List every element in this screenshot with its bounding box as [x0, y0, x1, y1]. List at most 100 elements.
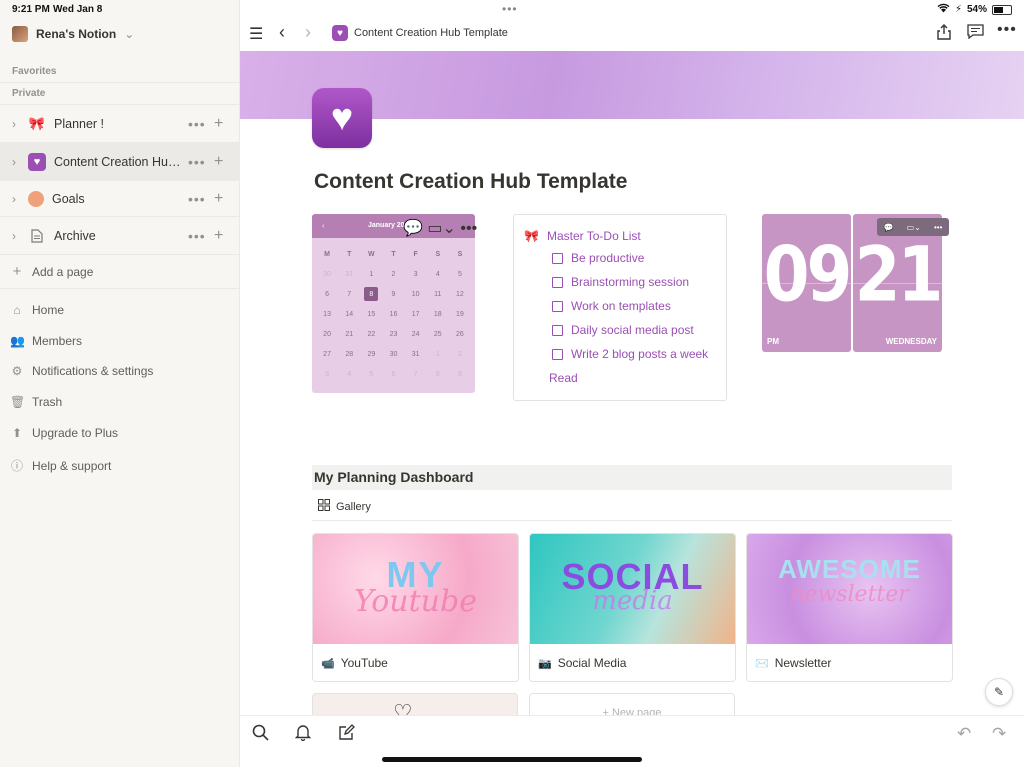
calendar-day[interactable]: 9 — [449, 364, 471, 384]
calendar-day[interactable]: 19 — [449, 304, 471, 324]
checkbox[interactable] — [552, 252, 563, 264]
more-icon[interactable]: ••• — [934, 223, 942, 232]
calendar-day[interactable]: 27 — [316, 344, 338, 364]
calendar-day[interactable]: 16 — [382, 304, 404, 324]
chevron-right-icon[interactable]: › — [12, 192, 22, 206]
sidebar-item-members[interactable]: 👥 Members — [10, 334, 82, 348]
add-icon[interactable]: + — [214, 227, 223, 245]
calendar-day[interactable]: 4 — [338, 364, 360, 384]
more-icon[interactable]: ••• — [188, 228, 206, 244]
add-icon[interactable]: + — [214, 115, 223, 133]
undo-icon[interactable]: ↶ — [957, 724, 971, 744]
add-icon[interactable]: + — [214, 153, 223, 171]
checkbox[interactable] — [552, 300, 563, 312]
sidebar-item-help[interactable]: ⓘ Help & support — [10, 457, 111, 474]
calendar-day[interactable]: 31 — [405, 344, 427, 364]
share-icon[interactable] — [937, 24, 951, 45]
checkbox[interactable] — [552, 276, 563, 288]
todo-item[interactable]: Brainstorming session — [552, 275, 689, 289]
redo-icon[interactable]: ↷ — [992, 724, 1006, 744]
sidebar-item-upgrade[interactable]: ⬆ Upgrade to Plus — [10, 426, 118, 440]
more-icon[interactable]: ••• — [188, 154, 206, 170]
calendar-day[interactable]: 30 — [382, 344, 404, 364]
calendar-day[interactable]: 24 — [405, 324, 427, 344]
comment-icon[interactable]: 💬 — [884, 223, 894, 232]
calendar-day[interactable]: 7 — [338, 284, 360, 304]
dashboard-heading[interactable]: My Planning Dashboard — [312, 465, 952, 490]
calendar-day[interactable]: 5 — [360, 364, 382, 384]
read-link[interactable]: Read — [549, 371, 578, 385]
calendar-day[interactable]: 23 — [382, 324, 404, 344]
sidebar-item-settings[interactable]: ⚙ Notifications & settings — [10, 364, 154, 378]
todo-title-link[interactable]: 🎀 Master To-Do List — [524, 229, 641, 243]
calendar-day[interactable]: 13 — [316, 304, 338, 324]
view-tab-gallery[interactable]: Gallery — [318, 499, 371, 514]
calendar-day[interactable]: 20 — [316, 324, 338, 344]
more-icon[interactable]: ••• — [997, 21, 1017, 39]
display-icon[interactable]: ▭⌄ — [907, 223, 921, 232]
calendar-day[interactable]: 6 — [382, 364, 404, 384]
comments-icon[interactable] — [967, 24, 984, 44]
breadcrumb[interactable]: ♥ Content Creation Hub Template — [332, 25, 508, 41]
calendar-day[interactable]: 15 — [360, 304, 382, 324]
calendar-day[interactable]: 17 — [405, 304, 427, 324]
calendar-day[interactable]: 10 — [405, 284, 427, 304]
sidebar-item-trash[interactable]: 🗑 Trash — [10, 395, 62, 409]
calendar-day[interactable]: 2 — [449, 344, 471, 364]
calendar-day[interactable]: 3 — [405, 264, 427, 284]
menu-icon[interactable]: ☰ — [249, 24, 263, 44]
workspace-switcher[interactable]: Rena's Notion ⌄ — [12, 26, 134, 42]
todo-item[interactable]: Work on templates — [552, 299, 671, 313]
sidebar-item-content-creation-hub[interactable]: › ♥ Content Creation Hub Template ••• + — [0, 143, 240, 180]
compose-icon[interactable] — [338, 724, 355, 746]
calendar-day[interactable]: 18 — [427, 304, 449, 324]
calendar-day[interactable]: 2 — [382, 264, 404, 284]
calendar-day[interactable]: 22 — [360, 324, 382, 344]
calendar-day[interactable]: 6 — [316, 284, 338, 304]
chevron-right-icon[interactable]: › — [12, 117, 22, 131]
gallery-card-newsletter[interactable]: AWESOME newsletter ✉️ Newsletter — [746, 533, 953, 682]
sidebar-item-home[interactable]: ⌂ Home — [10, 303, 64, 317]
more-icon[interactable]: ••• — [460, 220, 477, 237]
calendar-day[interactable]: 4 — [427, 264, 449, 284]
calendar-day[interactable]: 8 — [364, 287, 379, 301]
calendar-day[interactable]: 9 — [382, 284, 404, 304]
comment-icon[interactable]: 💬 — [403, 220, 423, 237]
calendar-day[interactable]: 1 — [427, 344, 449, 364]
add-page-button[interactable]: + Add a page — [10, 263, 94, 280]
chevron-right-icon[interactable]: › — [12, 229, 22, 243]
calendar-day[interactable]: 8 — [427, 364, 449, 384]
more-icon[interactable]: ••• — [188, 191, 206, 207]
calendar-widget[interactable]: ‹ January 20 M T W T F S S 30 31 1 2 3 4 5 6 7 8 9 10 11 12 1… — [312, 214, 475, 393]
todo-item[interactable]: Be productive — [552, 251, 644, 265]
page-title[interactable]: Content Creation Hub Template — [314, 170, 627, 194]
calendar-day[interactable]: 3 — [316, 364, 338, 384]
search-icon[interactable] — [252, 724, 269, 746]
gallery-card-youtube[interactable]: MY Youtube 📹 YouTube — [312, 533, 519, 682]
prev-month-icon[interactable]: ‹ — [322, 223, 324, 230]
sidebar-item-archive[interactable]: › Archive ••• + — [0, 217, 240, 254]
calendar-day[interactable]: 7 — [405, 364, 427, 384]
todo-item[interactable]: Write 2 blog posts a week — [552, 347, 708, 361]
private-label[interactable]: Private — [12, 88, 45, 99]
sidebar-item-planner[interactable]: › 🎀 Planner ! ••• + — [0, 105, 240, 142]
favorites-label[interactable]: Favorites — [12, 66, 56, 77]
checkbox[interactable] — [552, 324, 563, 336]
chevron-right-icon[interactable]: › — [12, 155, 22, 169]
bell-icon[interactable] — [294, 724, 312, 746]
calendar-day[interactable]: 31 — [338, 264, 360, 284]
sidebar-item-goals[interactable]: › Goals ••• + — [0, 180, 240, 217]
calendar-day[interactable]: 25 — [427, 324, 449, 344]
calendar-day[interactable]: 11 — [427, 284, 449, 304]
calendar-day[interactable]: 21 — [338, 324, 360, 344]
calendar-day[interactable]: 28 — [338, 344, 360, 364]
todo-item[interactable]: Daily social media post — [552, 323, 694, 337]
calendar-day[interactable]: 14 — [338, 304, 360, 324]
back-icon[interactable]: ‹ — [279, 22, 285, 43]
heart-icon[interactable]: ♥ — [312, 88, 372, 148]
gallery-card-social-media[interactable]: SOCIAL media 📷 Social Media — [529, 533, 736, 682]
calendar-day[interactable]: 1 — [360, 264, 382, 284]
calendar-day[interactable]: 29 — [360, 344, 382, 364]
calendar-day[interactable]: 12 — [449, 284, 471, 304]
checkbox[interactable] — [552, 348, 563, 360]
